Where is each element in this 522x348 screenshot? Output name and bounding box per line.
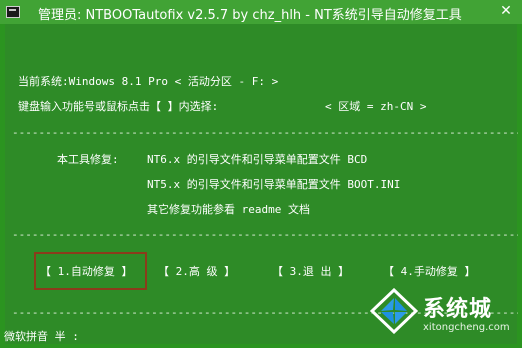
repair-nt6-line: NT6.x 的引导文件和引导菜单配置文件 BCD bbox=[147, 153, 368, 166]
console-window: 管理员: NTBOOTautofix v2.5.7 by chz_hlh - N… bbox=[0, 0, 522, 348]
ime-status: 微软拼音 半 : bbox=[4, 330, 79, 343]
console-app-icon bbox=[6, 6, 20, 18]
close-button[interactable]: ✕ bbox=[496, 2, 516, 20]
current-system-line: 当前系统:Windows 8.1 Pro < 活动分区 - F: > bbox=[18, 75, 279, 88]
selection-prompt: 键盘输入功能号或鼠标点击【 】内选择: bbox=[18, 100, 219, 113]
repair-other-line: 其它修复功能参看 readme 文档 bbox=[147, 203, 310, 216]
separator-top: ----------------------------------------… bbox=[12, 126, 518, 139]
repair-nt5-line: NT5.x 的引导文件和引导菜单配置文件 BOOT.INI bbox=[147, 178, 401, 191]
window-title: 管理员: NTBOOTautofix v2.5.7 by chz_hlh - N… bbox=[38, 8, 462, 23]
system-city-logo-icon bbox=[370, 288, 418, 334]
separator-middle: ----------------------------------------… bbox=[12, 228, 518, 241]
menu-auto-repair[interactable]: 【 1.自动修复 】 bbox=[40, 264, 133, 280]
repair-label: 本工具修复: bbox=[57, 153, 119, 166]
watermark-brand: 系统城 bbox=[423, 297, 493, 322]
locale-indicator: < 区域 = zh-CN > bbox=[325, 100, 427, 113]
menu-manual-repair[interactable]: 【 4.手动修复 】 bbox=[383, 264, 476, 280]
title-bar[interactable]: 管理员: NTBOOTautofix v2.5.7 by chz_hlh - N… bbox=[0, 0, 522, 24]
menu-exit[interactable]: 【 3.退 出 】 bbox=[272, 264, 349, 280]
menu-advanced[interactable]: 【 2.高 级 】 bbox=[158, 264, 235, 280]
watermark-url: xitongcheng.com bbox=[423, 322, 510, 333]
